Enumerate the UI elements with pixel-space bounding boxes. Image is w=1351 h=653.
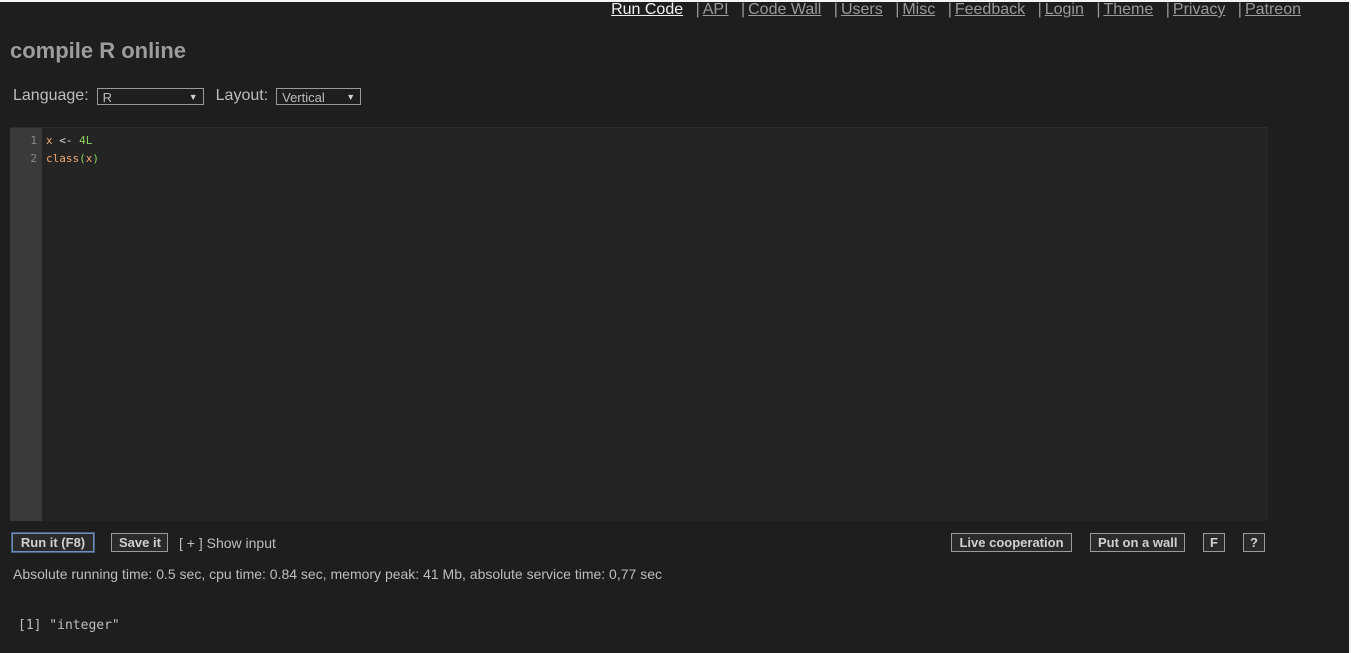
nav-separator: | — [695, 1, 700, 18]
execution-stats: Absolute running time: 0.5 sec, cpu time… — [13, 566, 662, 582]
program-output: [1] "integer" — [18, 618, 120, 633]
layout-label: Layout: — [215, 87, 269, 104]
run-button[interactable]: Run it (F8) — [12, 533, 94, 552]
nav-separator: | — [1165, 1, 1170, 18]
nav-code-wall[interactable]: Code Wall — [748, 1, 821, 18]
nav-separator: | — [895, 1, 900, 18]
nav-separator: | — [740, 1, 746, 18]
nav-patreon[interactable]: Patreon — [1245, 1, 1301, 18]
nav-privacy[interactable]: Privacy — [1173, 1, 1225, 18]
code-token-operator: <- — [52, 134, 80, 147]
layout-select-value: Vertical — [282, 89, 325, 105]
fullscreen-button[interactable]: F — [1203, 533, 1225, 552]
line-number-gutter: 1 2 — [10, 128, 42, 521]
options-bar: Language: R ▼ Layout: Vertical ▼ — [13, 87, 362, 105]
nav-theme[interactable]: Theme — [1103, 1, 1153, 18]
nav-separator: | — [947, 1, 952, 18]
code-line[interactable]: x <- 4L — [46, 134, 92, 147]
nav-feedback[interactable]: Feedback — [955, 1, 1025, 18]
live-cooperation-button[interactable]: Live cooperation — [951, 533, 1072, 552]
show-input-toggle[interactable]: [ + ] Show input — [179, 535, 276, 551]
code-token-paren: ) — [92, 152, 99, 165]
code-line[interactable]: class(x) — [46, 152, 99, 165]
layout-select[interactable]: Vertical ▼ — [276, 87, 362, 105]
code-token-number: 4L — [79, 134, 93, 147]
line-number: 1 — [30, 134, 37, 147]
code-token-paren: ( — [79, 152, 86, 165]
line-number: 2 — [30, 152, 37, 165]
code-token-function: class — [46, 152, 80, 165]
nav-separator: | — [833, 1, 838, 18]
nav-login[interactable]: Login — [1045, 1, 1084, 18]
code-token-variable: x — [46, 134, 53, 147]
nav-run-code[interactable]: Run Code — [611, 1, 683, 18]
dropdown-arrow-icon: ▼ — [346, 91, 356, 102]
nav-users[interactable]: Users — [841, 1, 883, 18]
code-editor[interactable]: 1 2 x <- 4L class(x) — [10, 127, 1268, 521]
put-on-wall-button[interactable]: Put on a wall — [1090, 533, 1185, 552]
dropdown-arrow-icon: ▼ — [188, 91, 198, 102]
help-button[interactable]: ? — [1243, 533, 1265, 552]
nav-separator: | — [1096, 1, 1101, 18]
nav-separator: | — [1237, 1, 1242, 18]
page-title: compile R online — [10, 38, 187, 63]
language-select-value: R — [102, 89, 113, 105]
top-navigation: Run Code | API | Code Wall | Users | Misc | F… — [611, 1, 1301, 19]
nav-misc[interactable]: Misc — [902, 1, 935, 18]
language-label: Language: — [13, 87, 89, 104]
language-select[interactable]: R ▼ — [96, 87, 204, 105]
save-button[interactable]: Save it — [111, 533, 168, 552]
nav-separator: | — [1037, 1, 1042, 18]
nav-api[interactable]: API — [703, 1, 729, 18]
